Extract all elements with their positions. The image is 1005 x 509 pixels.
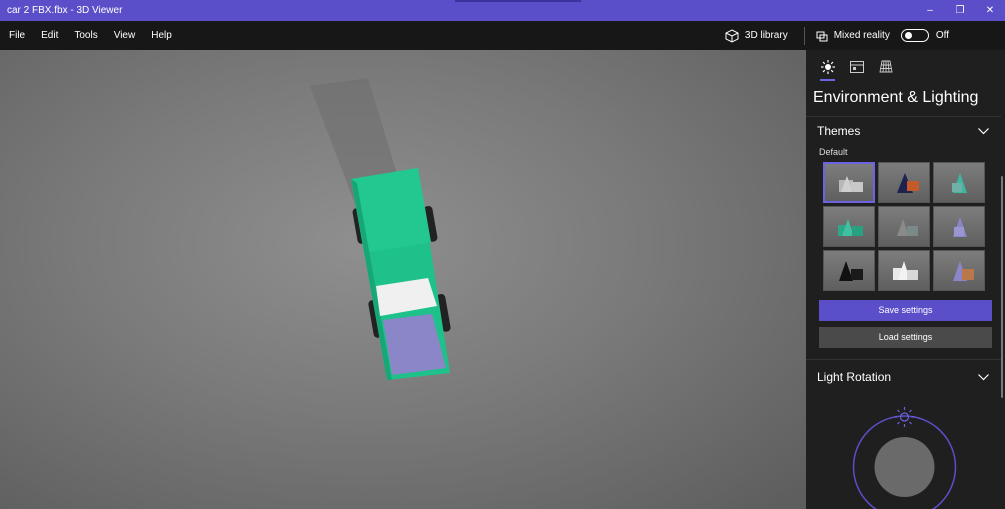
themes-subtitle: Default	[819, 147, 848, 157]
mixed-reality-state: Off	[935, 30, 949, 41]
toggle-knob	[904, 32, 912, 39]
theme-shapes	[897, 173, 919, 193]
theme-shapes	[897, 219, 918, 236]
light-rotation-dial[interactable]	[852, 407, 957, 509]
mixed-reality-group: Mixed reality Off	[815, 29, 1005, 43]
close-icon: ✕	[985, 5, 995, 16]
title-bar: car 2 FBX.fbx - 3D Viewer – ❐ ✕	[0, 0, 1005, 21]
sun-icon	[820, 59, 835, 74]
window-controls: – ❐ ✕	[915, 0, 1005, 21]
chevron-down-icon	[978, 127, 989, 134]
theme-grid	[806, 159, 1005, 291]
themes-section-header[interactable]: Themes	[806, 117, 1005, 145]
mixed-reality-toggle[interactable]	[900, 29, 929, 42]
themes-title: Themes	[817, 124, 861, 138]
tab-grid[interactable]	[871, 52, 900, 81]
theme-shapes	[893, 261, 918, 280]
theme-shapes	[953, 217, 967, 237]
theme-tile[interactable]	[878, 250, 930, 291]
theme-shapes	[952, 173, 967, 193]
light-sun-icon[interactable]	[894, 407, 915, 427]
restore-icon: ❐	[955, 5, 965, 16]
environment-panel: Environment & Lighting Themes Default Sa…	[806, 50, 1005, 509]
menu-tools[interactable]: Tools	[66, 21, 105, 50]
theme-tile[interactable]	[933, 206, 985, 247]
tab-stats[interactable]	[842, 52, 871, 81]
theme-shapes	[839, 261, 863, 281]
light-rotation-title: Light Rotation	[817, 370, 892, 384]
theme-tile[interactable]	[823, 162, 875, 203]
theme-tile[interactable]	[878, 162, 930, 203]
menu-help[interactable]: Help	[143, 21, 180, 50]
close-button[interactable]: ✕	[975, 0, 1005, 21]
cube-icon	[725, 28, 739, 43]
theme-tile[interactable]	[933, 250, 985, 291]
tab-lighting[interactable]	[813, 52, 842, 81]
toolbar-separator	[803, 26, 805, 45]
theme-shapes	[953, 261, 974, 281]
grid-icon	[878, 60, 893, 73]
theme-tile[interactable]	[878, 206, 930, 247]
3d-library-label: 3D library	[744, 30, 788, 41]
panel-tabs	[806, 50, 1005, 81]
menu-right-group: 3D library Mixed reality Off	[725, 21, 1005, 50]
restore-button[interactable]: ❐	[945, 0, 975, 21]
theme-tile[interactable]	[933, 162, 985, 203]
theme-tile[interactable]	[823, 250, 875, 291]
panel-heading: Environment & Lighting	[813, 89, 979, 106]
theme-shapes	[838, 219, 863, 236]
mixed-reality-label: Mixed reality	[833, 30, 890, 41]
minimize-button[interactable]: –	[915, 0, 945, 21]
light-rotation-header[interactable]: Light Rotation	[806, 363, 1005, 391]
panel-scrollbar[interactable]	[1001, 176, 1003, 398]
menu-edit[interactable]: Edit	[33, 21, 66, 50]
load-settings-button[interactable]: Load settings	[819, 327, 992, 348]
mixed-reality-icon	[816, 31, 828, 41]
minimize-icon: –	[927, 5, 933, 16]
menu-view[interactable]: View	[106, 21, 144, 50]
theme-tile[interactable]	[823, 206, 875, 247]
menu-file[interactable]: File	[0, 21, 33, 50]
save-settings-button[interactable]: Save settings	[819, 300, 992, 321]
section-divider	[806, 359, 1001, 360]
chevron-down-icon	[978, 373, 989, 380]
3d-viewport[interactable]	[0, 50, 806, 509]
title-accent-strip	[455, 0, 581, 2]
menu-bar: File Edit Tools View Help 3D library Mix…	[0, 21, 1005, 50]
3d-library-button[interactable]: 3D library	[725, 28, 804, 43]
stats-icon	[849, 60, 864, 73]
car-model[interactable]	[0, 50, 806, 509]
window-title: car 2 FBX.fbx - 3D Viewer	[7, 5, 123, 16]
theme-shapes	[839, 176, 863, 192]
